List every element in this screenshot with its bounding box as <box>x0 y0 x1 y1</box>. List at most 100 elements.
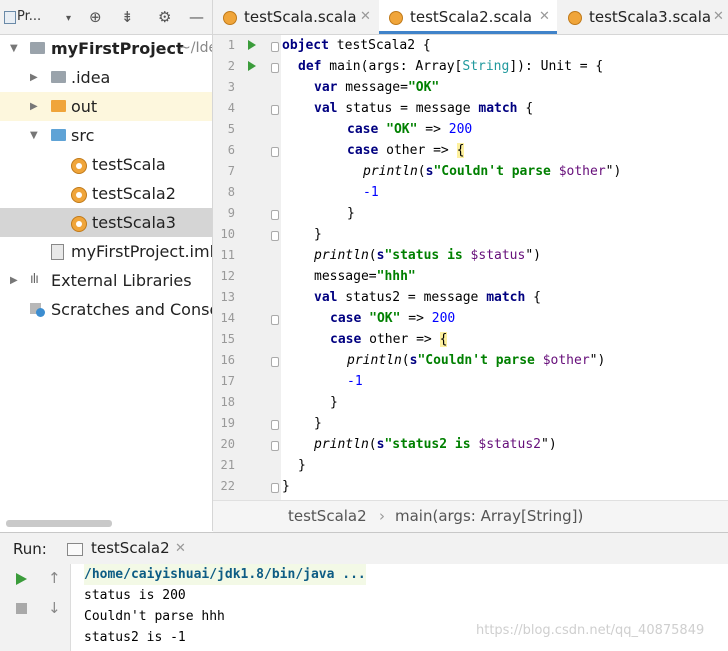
brace-close: } <box>314 227 322 242</box>
tree-item-myfirstproject[interactable]: ▼ myFirstProject ~/Ide <box>0 34 212 63</box>
quote-paren: ") <box>525 248 541 263</box>
kw-case: case <box>347 122 379 137</box>
hide-icon[interactable]: — <box>189 9 204 25</box>
console-line: status2 is -1 <box>84 630 186 645</box>
tree-item-testscala2[interactable]: testScala2 <box>0 179 212 208</box>
tab-testscala[interactable]: testScala.scala ✕ <box>213 0 378 34</box>
project-path: ~/Ide <box>179 40 212 56</box>
quote-paren: ") <box>541 437 557 452</box>
tab-testscala3[interactable]: testScala3.scala ✕ <box>558 0 728 34</box>
code-editor[interactable]: object testScala2 { def main(args: Array… <box>281 35 728 500</box>
stop-icon[interactable] <box>16 603 27 614</box>
brace-open: { <box>525 290 541 305</box>
tab-label: testScala2.scala <box>410 8 533 26</box>
fold-marker-icon[interactable] <box>271 210 279 220</box>
fold-marker-icon[interactable] <box>271 231 279 241</box>
kw-object: object <box>282 38 329 53</box>
kw-match: match <box>486 290 526 305</box>
tree-item-out[interactable]: ▶ out <box>0 92 212 121</box>
code-line: } <box>330 392 338 413</box>
line-number: 10 <box>220 227 235 241</box>
run-main-icon[interactable] <box>248 61 256 71</box>
tree-item-iml[interactable]: myFirstProject.iml <box>0 237 212 266</box>
fold-marker-icon[interactable] <box>271 42 279 52</box>
scala-object-icon <box>71 216 87 232</box>
fold-marker-icon[interactable] <box>271 357 279 367</box>
println-call: println <box>347 353 402 368</box>
code-line: val status2 = message match { <box>314 287 541 308</box>
locate-icon[interactable]: ⊕ <box>89 9 102 25</box>
breadcrumb: testScala2 › main(args: Array[String]) <box>213 500 728 532</box>
line-number: 22 <box>220 479 235 493</box>
run-object-icon[interactable] <box>248 40 256 50</box>
chevron-down-icon[interactable]: ▼ <box>30 121 38 150</box>
str-hhh: "hhh" <box>376 269 416 284</box>
run-tab-label: testScala2 <box>91 539 170 557</box>
arrow-up-icon[interactable]: ↑ <box>48 569 61 587</box>
line-number: 4 <box>227 101 235 115</box>
arrow: => <box>400 311 432 326</box>
obj-name: testScala2 { <box>328 38 431 53</box>
run-panel-header: Run: testScala2 ✕ <box>0 532 728 565</box>
brace-close: } <box>330 395 338 410</box>
close-icon[interactable]: ✕ <box>713 0 724 34</box>
tree-item-idea[interactable]: ▶ .idea <box>0 63 212 92</box>
tree-item-scratches[interactable]: Scratches and Consoles <box>0 295 212 324</box>
fold-marker-icon[interactable] <box>271 441 279 451</box>
project-view-selector[interactable]: Pr... <box>17 9 41 24</box>
close-icon[interactable]: ✕ <box>360 0 371 34</box>
fold-marker-icon[interactable] <box>271 105 279 115</box>
tab-testscala2[interactable]: testScala2.scala ✕ <box>379 0 557 34</box>
chevron-right-icon[interactable]: ▶ <box>30 92 38 121</box>
chevron-down-icon[interactable]: ▼ <box>10 34 18 63</box>
console-line: status is 200 <box>84 588 186 603</box>
code-line: case "OK" => 200 <box>347 119 472 140</box>
paren: ( <box>401 353 410 368</box>
chevron-down-icon[interactable]: ▾ <box>66 11 71 27</box>
arrow-down-icon[interactable]: ↓ <box>48 599 61 617</box>
tree-item-testscala[interactable]: testScala <box>0 150 212 179</box>
fold-marker-icon[interactable] <box>271 315 279 325</box>
folder-icon <box>51 71 66 83</box>
gear-icon[interactable]: ⚙ <box>158 9 171 25</box>
close-icon[interactable]: ✕ <box>539 0 550 34</box>
breadcrumb-file[interactable]: testScala2 <box>288 501 367 532</box>
run-toolbar: ↑ ↓ <box>0 564 71 651</box>
tree-item-src[interactable]: ▼ src <box>0 121 212 150</box>
chevron-right-icon[interactable]: ▶ <box>30 63 38 92</box>
brace-close: } <box>282 479 290 494</box>
var-other: $other <box>542 353 590 368</box>
code-line: println(s"Couldn't parse $other") <box>347 350 605 371</box>
main-sig: main(args: Array[ <box>321 59 463 74</box>
line-number: 5 <box>227 122 235 136</box>
line-number: 3 <box>227 80 235 94</box>
fold-marker-icon[interactable] <box>271 63 279 73</box>
tree-item-label: External Libraries <box>51 271 192 290</box>
close-icon[interactable]: ✕ <box>175 533 186 564</box>
kw-case: case <box>347 143 379 158</box>
tree-item-external-libraries[interactable]: ▶ ılı External Libraries <box>0 266 212 295</box>
fold-marker-icon[interactable] <box>271 147 279 157</box>
scala-file-icon <box>568 11 582 25</box>
collapse-all-icon[interactable]: ⇟ <box>121 9 134 25</box>
breadcrumb-method[interactable]: main(args: Array[String]) <box>395 501 583 532</box>
tree-item-label: testScala2 <box>92 184 176 203</box>
quote-paren: ") <box>605 164 622 179</box>
fold-marker-icon[interactable] <box>271 420 279 430</box>
str-status-is: "status is <box>384 248 471 263</box>
msg-assign: message= <box>337 80 408 95</box>
tree-item-testscala3[interactable]: testScala3 <box>0 208 212 237</box>
line-number: 13 <box>220 290 235 304</box>
paren: ( <box>417 164 426 179</box>
status2-eq: status2 = message <box>337 290 487 305</box>
horizontal-scrollbar[interactable] <box>6 520 112 527</box>
line-number: 9 <box>227 206 235 220</box>
kw-val: val <box>314 290 338 305</box>
code-line: } <box>314 224 322 245</box>
num-neg1: -1 <box>363 185 379 200</box>
excluded-folder-icon <box>51 100 66 112</box>
chevron-right-icon[interactable]: ▶ <box>10 266 18 295</box>
rerun-icon[interactable] <box>16 573 27 585</box>
fold-marker-icon[interactable] <box>271 483 279 493</box>
tree-item-label: testScala <box>92 155 166 174</box>
